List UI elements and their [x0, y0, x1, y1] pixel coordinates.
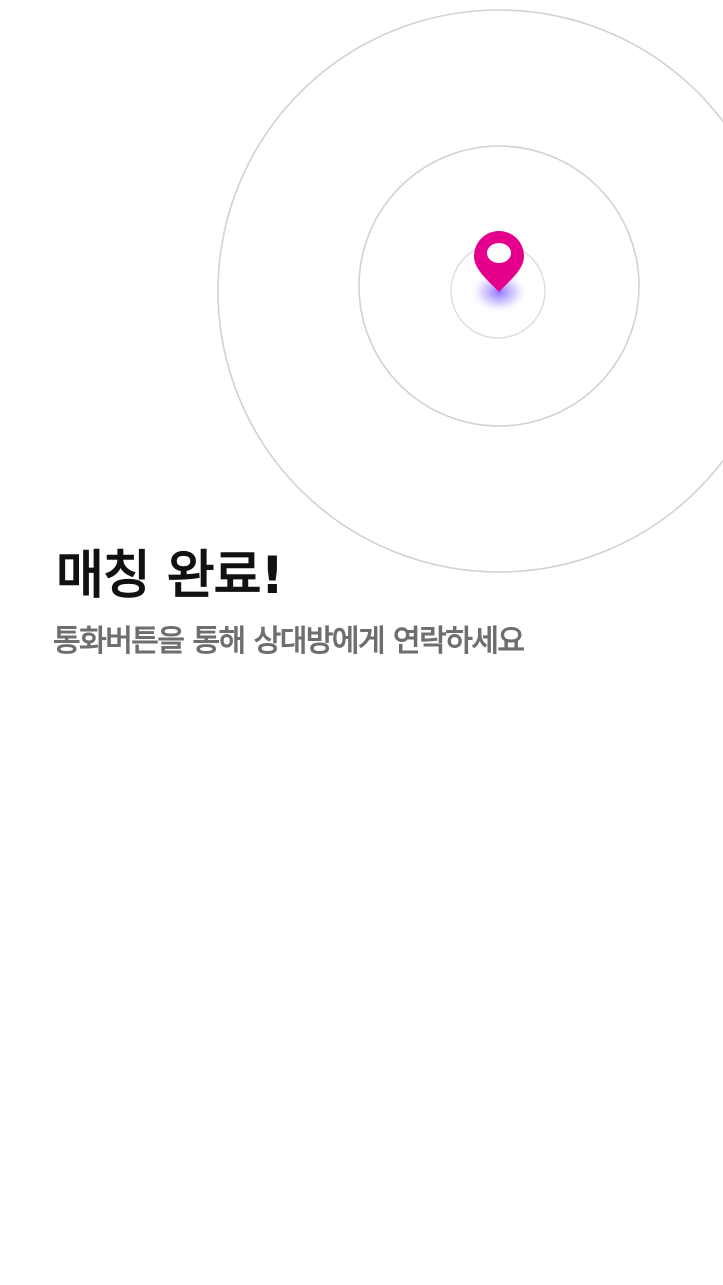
match-complete-title: 매칭 완료!	[56, 546, 284, 606]
match-complete-subtitle: 통화버튼을 통해 상대방에게 연락하세요	[53, 624, 525, 659]
radar-graphic	[217, 9, 723, 573]
